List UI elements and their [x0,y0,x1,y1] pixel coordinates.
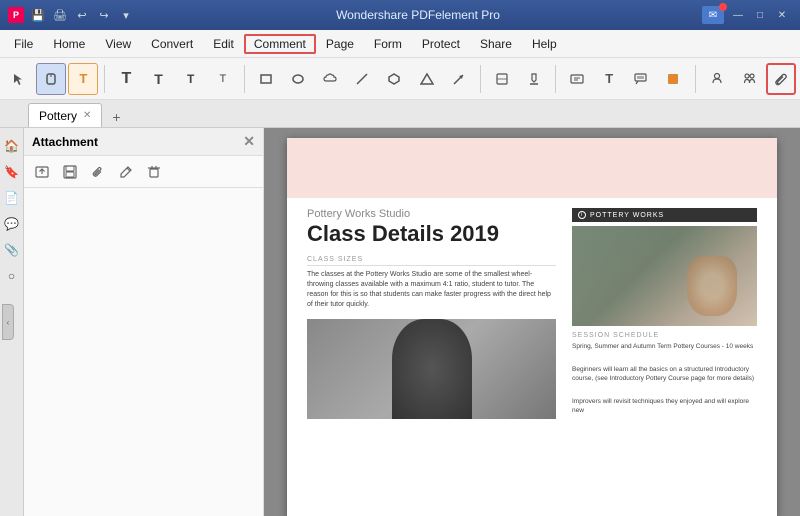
signature-tool[interactable] [734,63,764,95]
class-title: Class Details 2019 [307,222,556,246]
sep1 [104,65,105,93]
window-controls: — □ ✕ [728,7,792,23]
menu-home[interactable]: Home [43,34,95,54]
text-tool-3[interactable]: T [176,63,206,95]
section1-body: The classes at the Pottery Works Studio … [307,270,556,309]
sidebar-title: Attachment [32,135,98,149]
menu-form[interactable]: Form [364,34,412,54]
sidebar-collapse-handle[interactable]: ‹ [2,304,14,340]
menu-share[interactable]: Share [470,34,522,54]
maximize-button[interactable]: □ [750,7,770,23]
tab-label: Pottery [39,109,77,123]
text-tool-1[interactable]: T [111,63,141,95]
sidebar-content [24,188,263,516]
color-box-tool[interactable] [658,63,688,95]
studio-label: Pottery Works Studio [307,208,556,220]
sidebar-edit[interactable] [114,160,138,184]
pottery-logo-text: POTTERY WORKS [590,212,664,219]
page-right: i POTTERY WORKS SESSION SCHEDULE Spring,… [572,208,757,419]
session-title: SESSION SCHEDULE [572,332,757,339]
page-top-decoration [287,138,777,198]
toolbar: T T T T T T [0,58,800,100]
note-tool[interactable]: T [594,63,624,95]
sidebar-close-button[interactable]: ✕ [243,133,255,150]
title-right: ✉ — □ ✕ [702,6,792,24]
session-text1: Spring, Summer and Autumn Term Pottery C… [572,342,757,351]
pottery-photo-right [572,226,757,326]
rectangle-tool[interactable] [251,63,281,95]
menu-file[interactable]: File [4,34,43,54]
nav-pages[interactable]: 📄 [2,188,22,208]
app-icon: P [8,7,24,23]
close-button[interactable]: ✕ [772,7,792,23]
sep2 [244,65,245,93]
session-text3: Improvers will revisit techniques they e… [572,397,757,415]
quick-access-dropdown[interactable]: ▾ [118,7,134,23]
sidebar-clip[interactable] [86,160,110,184]
nav-bookmark[interactable]: 🔖 [2,162,22,182]
menu-view[interactable]: View [95,34,141,54]
quick-access-save[interactable]: 💾 [30,7,46,23]
arrow-tool[interactable] [444,63,474,95]
hand-tool[interactable] [36,63,66,95]
cloud-tool[interactable] [315,63,345,95]
section1-title: CLASS SIZES [307,256,556,266]
select-tool[interactable] [4,63,34,95]
line-tool[interactable] [347,63,377,95]
sidebar: Attachment ✕ [24,128,264,516]
polygon-tool[interactable] [379,63,409,95]
stamp-tool[interactable] [702,63,732,95]
sidebar-header: Attachment ✕ [24,128,263,156]
menu-comment[interactable]: Comment [244,34,316,54]
sep4 [555,65,556,93]
menu-page[interactable]: Page [316,34,364,54]
menu-help[interactable]: Help [522,34,567,54]
tab-pottery[interactable]: Pottery ✕ [28,103,102,127]
menu-edit[interactable]: Edit [203,34,244,54]
highlight-tool[interactable] [487,63,517,95]
nav-comment[interactable]: 💬 [2,214,22,234]
attach-tool[interactable] [766,63,796,95]
page-container: Pottery Works Studio Class Details 2019 … [287,138,777,516]
session-text2: Beginners will learn all the basics on a… [572,365,757,383]
tab-close-button[interactable]: ✕ [83,110,91,121]
nav-attachment[interactable]: 📎 [2,240,22,260]
sidebar-delete[interactable] [142,160,166,184]
minimize-button[interactable]: — [728,7,748,23]
window-title: Wondershare PDFelement Pro [134,8,702,22]
sep5 [695,65,696,93]
quick-access-print[interactable]: 🖨 [52,7,68,23]
tab-bar: Pottery ✕ + [0,100,800,128]
menu-protect[interactable]: Protect [412,34,470,54]
document-view: Pottery Works Studio Class Details 2019 … [264,128,800,516]
pottery-logo-dot: i [578,211,586,219]
underline-tool[interactable] [519,63,549,95]
textbox-tool[interactable] [562,63,592,95]
sidebar-upload[interactable] [30,160,54,184]
title-bar-left: P 💾 🖨 ↩ ↪ ▾ [8,7,134,23]
sidebar-save[interactable] [58,160,82,184]
title-bar: P 💾 🖨 ↩ ↪ ▾ Wondershare PDFelement Pro ✉… [0,0,800,30]
quick-access-undo[interactable]: ↩ [74,7,90,23]
email-icon[interactable]: ✉ [702,6,724,24]
triangle-tool[interactable] [412,63,442,95]
ellipse-tool[interactable] [283,63,313,95]
sep3 [480,65,481,93]
menu-bar: File Home View Convert Edit Comment Page… [0,30,800,58]
menu-convert[interactable]: Convert [141,34,203,54]
page-left: Pottery Works Studio Class Details 2019 … [307,208,556,419]
sidebar-toolbar [24,156,263,188]
highlight-text-tool[interactable]: T [68,63,98,95]
nav-home[interactable]: 🏠 [2,136,22,156]
quick-access-redo[interactable]: ↪ [96,7,112,23]
text-tool-2[interactable]: T [144,63,174,95]
email-badge [719,3,727,11]
pottery-photo-left [307,319,556,419]
pottery-logo-bar: i POTTERY WORKS [572,208,757,222]
nav-search[interactable]: ○ [2,266,22,286]
callout-tool[interactable] [626,63,656,95]
tab-add-button[interactable]: + [106,107,126,127]
text-tool-4[interactable]: T [208,63,238,95]
main-area: 🏠 🔖 📄 💬 📎 ○ Attachment ✕ [0,128,800,516]
